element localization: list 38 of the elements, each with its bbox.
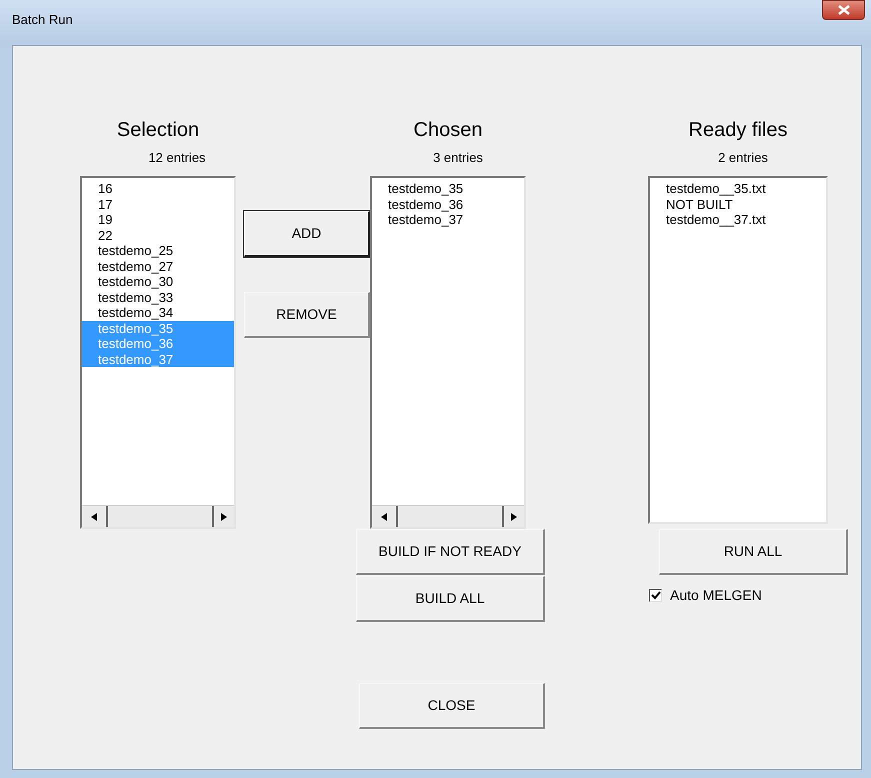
checkbox-label: Auto MELGEN: [670, 586, 762, 605]
list-item[interactable]: 16: [82, 181, 234, 196]
list-item[interactable]: 17: [82, 196, 234, 212]
close-icon: [838, 5, 850, 15]
list-item[interactable]: testdemo_33: [82, 290, 234, 305]
command-button[interactable]: CLOSE: [359, 683, 545, 729]
list-heading: Ready files: [688, 118, 788, 142]
command-button[interactable]: BUILD IF NOT READY: [356, 529, 545, 575]
list-heading: Selection: [116, 118, 200, 142]
list-item[interactable]: testdemo_25: [82, 243, 234, 258]
list-box[interactable]: 16 17 19 22 testdemo_25 testdemo_27 testdemo_30 testdemo_33 testdemo_34 testdemo_35 testdemo_36 testdemo_37: [80, 176, 236, 529]
entry-count: 2 entries: [717, 150, 768, 166]
list-item[interactable]: testdemo_27: [82, 258, 234, 274]
command-button[interactable]: REMOVE: [244, 292, 370, 338]
list-item[interactable]: 19: [82, 212, 234, 228]
list-item[interactable]: testdemo_35: [372, 181, 524, 196]
list-item[interactable]: testdemo_34: [82, 305, 234, 320]
entry-count: 12 entries: [147, 150, 206, 166]
list-item[interactable]: testdemo__37.txt: [650, 212, 826, 228]
checkbox[interactable]: [649, 589, 662, 602]
list-box[interactable]: testdemo__35.txt NOT BUILT testdemo__37.txt: [648, 176, 828, 524]
list-item[interactable]: testdemo_36: [372, 196, 524, 212]
list-item[interactable]: testdemo_37: [372, 212, 524, 228]
list-item[interactable]: NOT BUILT: [650, 196, 826, 212]
window-title: Batch Run: [12, 11, 73, 29]
list-item[interactable]: testdemo__35.txt: [650, 181, 826, 196]
horizontal-scrollbar[interactable]: [372, 505, 524, 527]
list-item[interactable]: testdemo_30: [82, 274, 234, 290]
list-box[interactable]: testdemo_35 testdemo_36 testdemo_37: [370, 176, 526, 529]
list-item[interactable]: 22: [82, 228, 234, 243]
command-button[interactable]: RUN ALL: [659, 529, 848, 575]
horizontal-scrollbar[interactable]: [82, 505, 234, 527]
command-button[interactable]: BUILD ALL: [356, 576, 545, 622]
entry-count: 3 entries: [432, 150, 483, 166]
checkmark-icon: [650, 591, 660, 600]
close-button[interactable]: [822, 0, 865, 20]
command-button[interactable]: ADD: [244, 211, 370, 257]
list-heading: Chosen: [414, 118, 482, 142]
